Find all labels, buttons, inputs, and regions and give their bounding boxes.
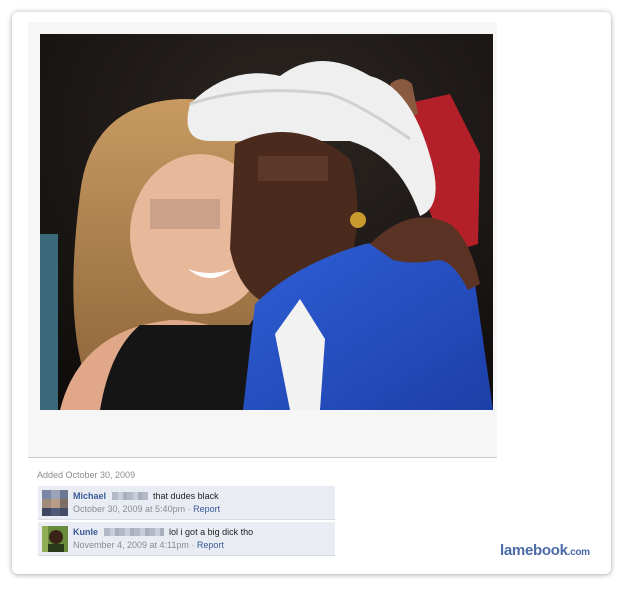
redacted-surname bbox=[111, 492, 148, 500]
comment-timestamp: October 30, 2009 at 5:40pm bbox=[73, 504, 186, 514]
comment-meta: November 4, 2009 at 4:11pm · Report bbox=[73, 540, 224, 550]
avatar[interactable] bbox=[42, 526, 68, 552]
photo-panel bbox=[28, 22, 497, 458]
avatar-image bbox=[42, 526, 68, 552]
report-link[interactable]: Report bbox=[197, 540, 224, 550]
photo-image bbox=[40, 34, 493, 410]
lamebook-watermark: lamebook.com bbox=[500, 542, 590, 559]
comment-body: Kunle lol i got a big dick tho bbox=[73, 527, 253, 537]
meta-separator: · bbox=[185, 504, 194, 514]
comment-item: Michael that dudes black October 30, 200… bbox=[38, 486, 335, 520]
comment-author-link[interactable]: Kunle bbox=[73, 527, 98, 537]
comment-meta: October 30, 2009 at 5:40pm · Report bbox=[73, 504, 220, 514]
comment-text: lol i got a big dick tho bbox=[169, 527, 254, 537]
photo-added-date: Added October 30, 2009 bbox=[37, 470, 136, 480]
redacted-surname bbox=[103, 528, 164, 536]
comment-timestamp: November 4, 2009 at 4:11pm bbox=[73, 540, 189, 550]
avatar-image bbox=[42, 490, 68, 516]
post-card: Added October 30, 2009 Michael that dude… bbox=[12, 12, 611, 574]
meta-separator: · bbox=[188, 540, 197, 550]
watermark-tld: .com bbox=[567, 547, 590, 558]
avatar[interactable] bbox=[42, 490, 68, 516]
report-link[interactable]: Report bbox=[193, 504, 220, 514]
watermark-main: lamebook bbox=[500, 542, 568, 559]
comment-body: Michael that dudes black bbox=[73, 491, 219, 501]
photo[interactable] bbox=[40, 34, 493, 410]
comment-text: that dudes black bbox=[153, 491, 219, 501]
comment-item: Kunle lol i got a big dick tho November … bbox=[38, 522, 335, 556]
comment-author-link[interactable]: Michael bbox=[73, 491, 106, 501]
